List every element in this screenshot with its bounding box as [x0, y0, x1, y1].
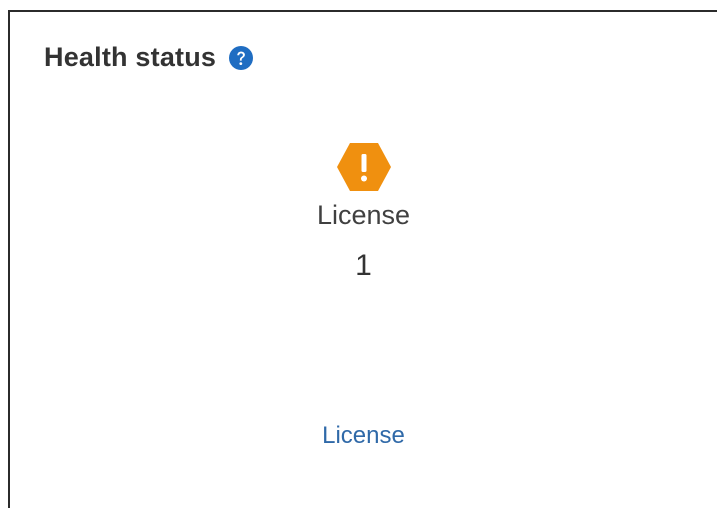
- status-label: License: [316, 200, 411, 230]
- footer: License: [10, 422, 717, 450]
- health-status-panel: Health status License 1 License: [8, 10, 717, 508]
- license-status-summary: License 1: [10, 142, 717, 283]
- warning-hexagon-icon: [336, 143, 391, 191]
- license-link[interactable]: License: [322, 422, 405, 449]
- panel-title: Health status: [44, 42, 217, 72]
- question-circle-icon[interactable]: [228, 45, 254, 71]
- panel-header: Health status: [44, 42, 254, 73]
- status-count: 1: [355, 249, 372, 282]
